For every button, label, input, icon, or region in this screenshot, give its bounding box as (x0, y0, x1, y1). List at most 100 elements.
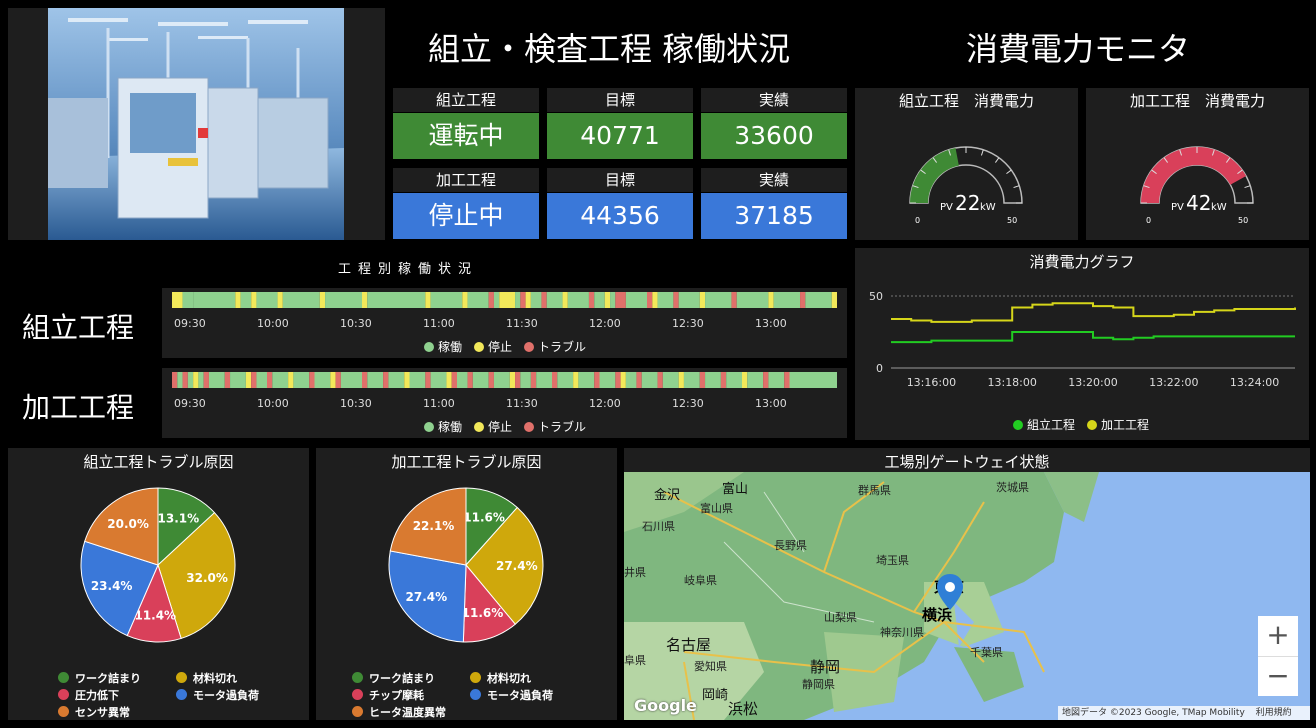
legend-label: トラブル (538, 420, 587, 434)
timeline-segment (409, 372, 426, 388)
timeline-segment (245, 372, 252, 388)
timeline-segment (187, 372, 194, 388)
map-label: 長野県 (774, 539, 807, 552)
map-label: 群馬県 (858, 484, 891, 497)
legend-item[interactable]: 停止 (474, 338, 512, 355)
timeline-segment (573, 372, 579, 388)
legend-item[interactable]: 材料切れ (176, 670, 286, 686)
map-terms-link[interactable]: 利用規約 (1256, 708, 1292, 718)
process-status-tile: 加工工程 停止中 (393, 168, 539, 240)
assembly-trouble-pie: 13.1% 32.0% 11.4% 23.4% 20.0% (80, 487, 236, 643)
legend-item[interactable]: センサ異常 (58, 704, 176, 720)
gauge-unit: kW (980, 202, 996, 213)
process-status: 停止中 (393, 193, 539, 239)
map-attribution-bar: 地図データ ©2023 Google, TMap Mobility 利用規約 (1058, 706, 1310, 720)
timeline-segment (293, 372, 310, 388)
timeline-segment (530, 372, 537, 388)
timeline-segment (546, 292, 563, 308)
map-label: 茨城県 (996, 481, 1029, 494)
timeline-segment (699, 292, 706, 308)
timeline-segment (530, 292, 542, 308)
legend-item[interactable]: 稼働 (424, 338, 462, 355)
timeline-segment (367, 372, 384, 388)
timeline-segment (383, 372, 389, 388)
legend-label: 停止 (488, 340, 513, 354)
assembly-target-label: 目標 (547, 88, 693, 112)
timeline-segment (800, 292, 806, 308)
legend-item[interactable]: モータ過負荷 (470, 687, 580, 703)
assembly-trouble-pie-panel: 組立工程トラブル原因 13.1% 32.0% 11.4% 23.4% 20.0% ワーク… (8, 448, 309, 720)
legend-item[interactable]: 組立工程 (1013, 416, 1075, 433)
timeline-segment (536, 372, 552, 388)
timeline-segment (288, 372, 294, 388)
timeline-segment (620, 372, 626, 388)
timeline-segment (578, 372, 595, 388)
timeline-segment (388, 372, 405, 388)
timeline-segment (615, 292, 626, 308)
timeline-tick-label: 10:30 (340, 397, 372, 410)
timeline-segment (256, 292, 278, 308)
gauge-tick (1244, 185, 1251, 189)
timeline-segment (784, 372, 790, 388)
assembly-actual-tile: 実績 33600 (701, 88, 847, 160)
power-chart-title: 消費電力グラフ (1029, 253, 1135, 271)
assembly-target-value: 40771 (547, 113, 693, 159)
timeline-segment (520, 372, 531, 388)
legend-dot-icon (58, 689, 69, 700)
legend-item[interactable]: 材料切れ (470, 670, 580, 686)
timeline-segment (509, 372, 516, 388)
gauge-pv-label: PV (1171, 202, 1184, 213)
timeline-segment (625, 292, 647, 308)
assembly-status: 運転中 (393, 113, 539, 159)
legend-item[interactable]: ワーク詰まり (352, 670, 470, 686)
pie-slice-label: 32.0% (186, 571, 228, 585)
timeline-tick-label: 12:30 (672, 317, 704, 330)
dashboard-title: 組立・検査工程 稼働状況 (428, 30, 791, 68)
legend-item[interactable]: トラブル (524, 338, 586, 355)
y-tick-label: 0 (876, 362, 883, 375)
legend-item[interactable]: ヒータ温度異常 (352, 704, 470, 720)
timeline-segment (230, 372, 246, 388)
timeline-segment (488, 292, 494, 308)
process-trouble-pie: 11.6% 27.4% 11.6% 27.4% 22.1% (388, 487, 544, 643)
timeline-segment (594, 292, 605, 308)
legend-dot-icon (352, 689, 363, 700)
legend-item[interactable]: 停止 (474, 418, 512, 435)
legend-label: 組立工程 (1027, 418, 1076, 432)
gauge-value: 42 (1186, 191, 1211, 215)
zoom-in-button[interactable]: + (1258, 616, 1298, 656)
legend-item[interactable]: モータ過負荷 (176, 687, 286, 703)
gateway-marker-icon[interactable] (937, 574, 963, 610)
timeline-tick-label: 10:00 (257, 397, 289, 410)
legend-item[interactable]: 圧力低下 (58, 687, 176, 703)
legend-item[interactable]: 加工工程 (1087, 416, 1149, 433)
legend-item[interactable]: チップ摩耗 (352, 687, 470, 703)
timeline-segment (177, 372, 183, 388)
timeline-segment (562, 292, 568, 308)
timeline-segment (515, 292, 521, 308)
timeline-segment (309, 372, 315, 388)
legend-item[interactable]: ワーク詰まり (58, 670, 176, 686)
timeline-tick-label: 11:30 (506, 397, 538, 410)
power-chart-panel: 消費電力グラフ 0 50 13:16:00 13:18:00 13:20:00 13:22… (855, 248, 1309, 440)
timeline-segment (488, 372, 494, 388)
assembly-power-gauge-panel: 組立工程 消費電力 PV 22 kW 0 50 (855, 88, 1078, 240)
assembly-actual-value: 33600 (701, 113, 847, 159)
legend-item[interactable]: トラブル (524, 418, 586, 435)
timeline-segment (330, 372, 336, 388)
timeline-segment (319, 292, 326, 308)
timeline-segment (446, 372, 452, 388)
zoom-out-button[interactable]: − (1258, 656, 1298, 696)
legend-item[interactable]: 稼働 (424, 418, 462, 435)
timeline-segment (467, 372, 473, 388)
timeline-segment (198, 372, 204, 388)
legend-dot-icon (474, 342, 485, 352)
map-label: 富山 (722, 482, 749, 497)
legend-dot-icon (1013, 420, 1023, 430)
timeline-segment (277, 292, 283, 308)
timeline-segment (425, 372, 431, 388)
legend-label: ワーク詰まり (369, 672, 435, 685)
gauge-pv-label: PV (940, 202, 953, 213)
map-title: 工場別ゲートウェイ状態 (884, 453, 1050, 471)
gateway-map[interactable]: 金沢 富山 富山県 石川県 群馬県 茨城県 長野県 埼玉県 井県 岐阜県 山梨県… (624, 472, 1310, 720)
